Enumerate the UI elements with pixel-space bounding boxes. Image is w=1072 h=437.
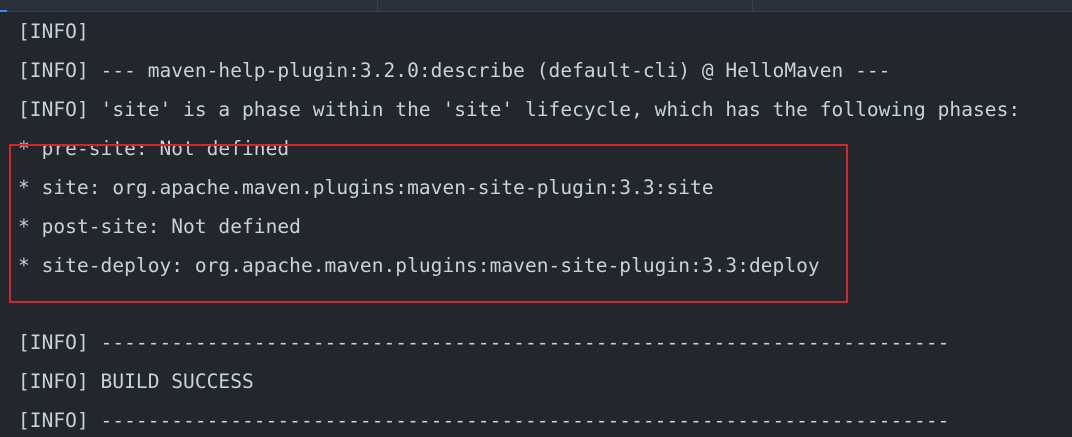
phases-highlight-box	[9, 144, 848, 303]
console-separator-top: [INFO] ---------------------------------…	[18, 331, 950, 354]
console-separator-bottom: [INFO] ---------------------------------…	[18, 409, 950, 432]
editor-tab-1[interactable]	[0, 0, 378, 12]
terminal-output[interactable]: [INFO] [INFO] --- maven-help-plugin:3.2.…	[0, 12, 1072, 437]
console-line-info-blank: [INFO]	[18, 20, 89, 43]
console-line-phase-description: [INFO] 'site' is a phase within the 'sit…	[18, 98, 1021, 121]
editor-tab-3[interactable]	[752, 0, 1072, 11]
editor-tab-strip	[0, 0, 1072, 12]
console-line-plugin-header: [INFO] --- maven-help-plugin:3.2.0:descr…	[18, 59, 891, 82]
console-build-status: [INFO] BUILD SUCCESS	[18, 370, 254, 393]
editor-tab-2[interactable]	[377, 0, 753, 11]
